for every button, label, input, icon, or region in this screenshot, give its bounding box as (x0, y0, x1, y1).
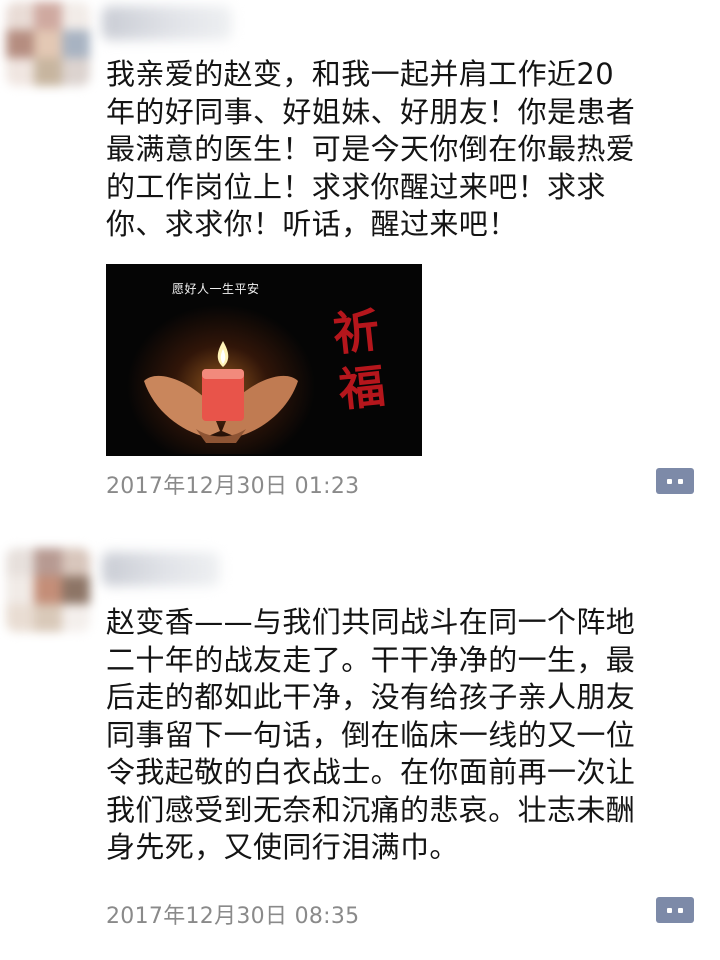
comment-icon[interactable] (656, 468, 694, 494)
candle-icon (202, 341, 244, 421)
moments-feed: 我亲爱的赵变，和我一起并肩工作近20 年的好同事、好姐妹、好朋友！你是患者 最满… (0, 0, 720, 960)
nickname[interactable] (102, 552, 220, 586)
timestamp: 2017年12月30日 08:35 (106, 904, 360, 929)
post-image[interactable]: 愿好人一生平安 祈福 (106, 264, 422, 456)
avatar[interactable] (6, 548, 90, 632)
nickname[interactable] (102, 6, 232, 40)
timestamp: 2017年12月30日 01:23 (106, 474, 360, 499)
post-text: 赵变香——与我们共同战斗在同一个阵地 二十年的战友走了。干干净净的一生，最 后走… (106, 605, 636, 864)
comment-icon[interactable] (656, 897, 694, 923)
moment-post: 赵变香——与我们共同战斗在同一个阵地 二十年的战友走了。干干净净的一生，最 后走… (0, 512, 720, 960)
image-caption: 愿好人一生平安 (172, 282, 260, 296)
moment-post: 我亲爱的赵变，和我一起并肩工作近20 年的好同事、好姐妹、好朋友！你是患者 最满… (0, 0, 720, 512)
blessing-text: 祈福 (330, 302, 388, 418)
post-text: 我亲爱的赵变，和我一起并肩工作近20 年的好同事、好姐妹、好朋友！你是患者 最满… (106, 57, 636, 241)
hands-icon (144, 341, 298, 443)
avatar[interactable] (6, 2, 90, 86)
